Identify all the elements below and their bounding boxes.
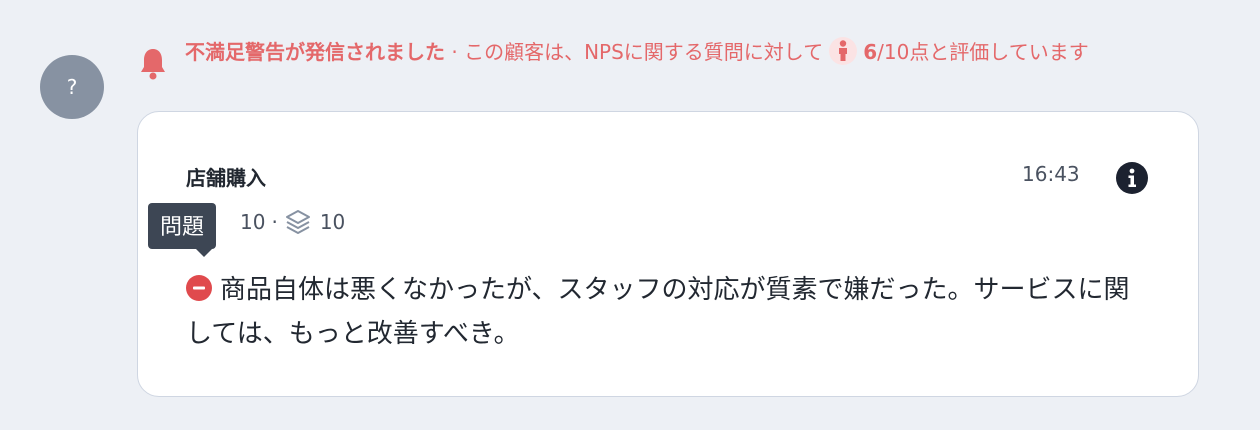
person-icon xyxy=(829,37,858,65)
alert-text: この顧客は、NPSに関する質問に対して xyxy=(464,40,824,64)
bell-icon xyxy=(141,49,165,80)
metric-score: 10 xyxy=(240,210,266,234)
layers-icon xyxy=(285,210,310,234)
card-time: 16:43 xyxy=(1022,162,1080,186)
avatar-label: ? xyxy=(66,75,78,99)
alert-title: 不満足警告が発信されました xyxy=(185,40,445,64)
comment-body: 商品自体は悪くなかったが、スタッフの対応が質素で嫌だった。サービスに関しては、も… xyxy=(186,275,1130,349)
nps-score: 6 xyxy=(863,40,878,64)
info-icon[interactable] xyxy=(1115,161,1149,195)
comment-text: 商品自体は悪くなかったが、スタッフの対応が質素で嫌だった。サービスに関しては、も… xyxy=(186,268,1146,356)
nps-score-suffix: /10点と評価しています xyxy=(877,40,1089,64)
metric-separator: · xyxy=(271,210,278,234)
metric-count: 10 xyxy=(319,210,346,234)
tooltip-label: 問題 xyxy=(160,215,205,240)
page: ? 不満足警告が発信されました · この顧客は、NPSに関する質問に対して 6/… xyxy=(0,0,1260,430)
minus-circle-icon[interactable] xyxy=(186,275,212,301)
response-card: 店舗購入 16:43 10 · 10 問題 商品自体は悪くなかったが、スタッフの xyxy=(137,111,1199,397)
dissatisfaction-alert: 不満足警告が発信されました · この顧客は、NPSに関する質問に対して 6/10… xyxy=(185,36,1205,68)
alert-separator: · xyxy=(451,40,458,64)
issue-tooltip: 問題 xyxy=(148,203,217,257)
avatar[interactable]: ? xyxy=(40,55,104,119)
card-title: 店舗購入 xyxy=(186,166,266,190)
